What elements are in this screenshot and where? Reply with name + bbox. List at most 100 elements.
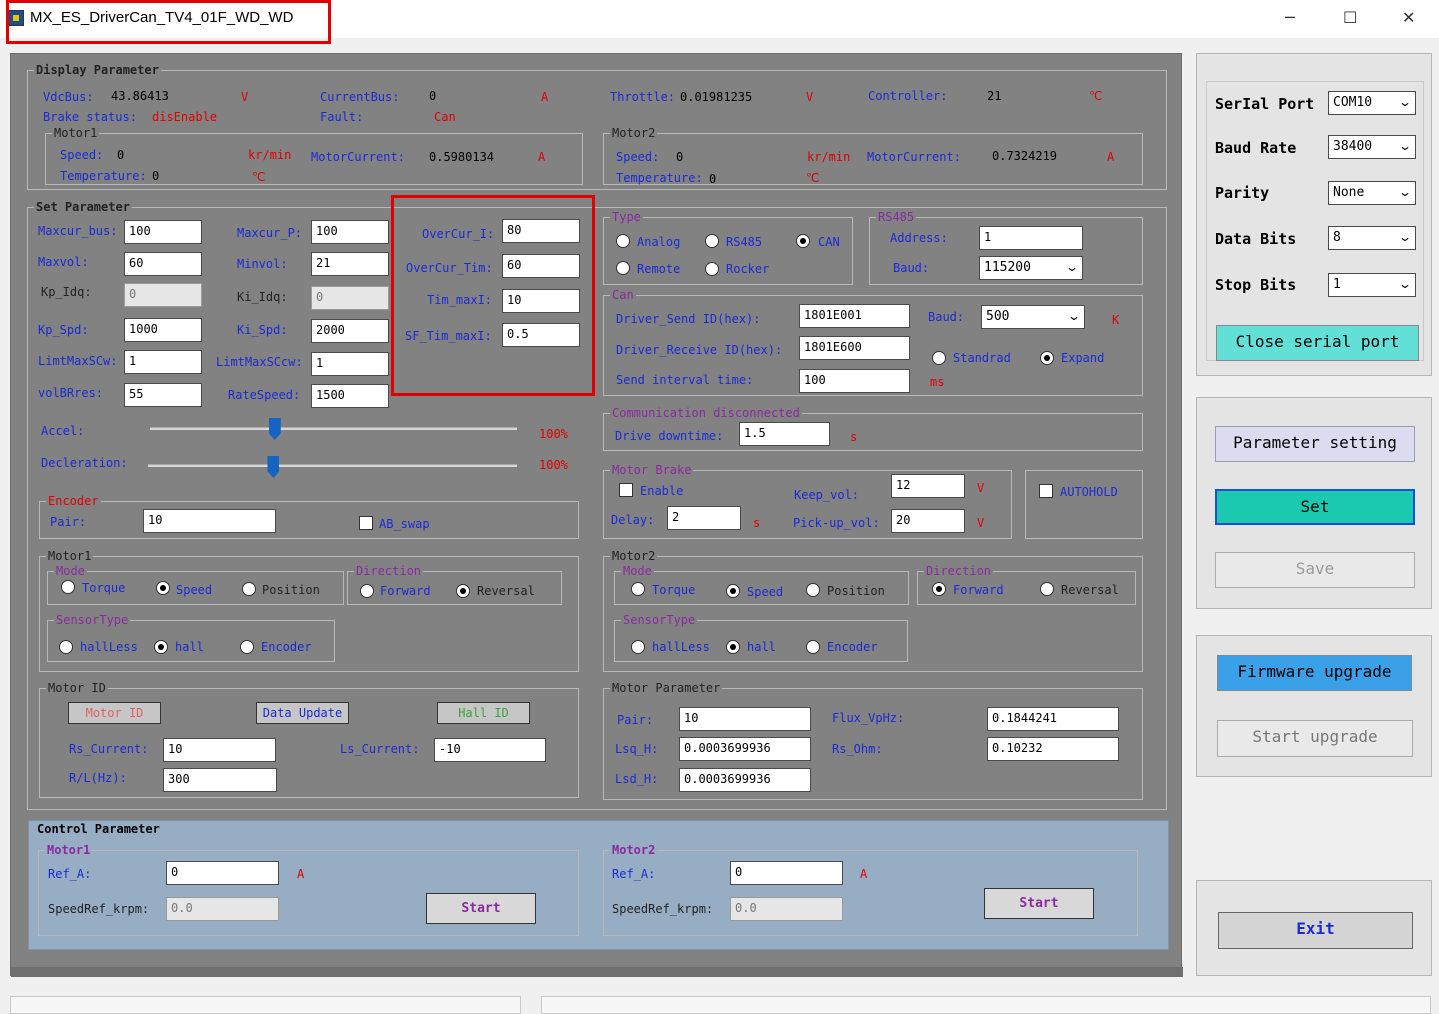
maxvol-input[interactable]: 60 xyxy=(124,252,202,276)
rs485-baud-select[interactable]: 115200 ⌄ xyxy=(979,256,1083,280)
close-serial-port-button[interactable]: Close serial port xyxy=(1216,325,1419,361)
currentbus-label: CurrentBus: xyxy=(320,90,400,104)
start-upgrade-button[interactable]: Start upgrade xyxy=(1217,720,1413,757)
set-button[interactable]: Set xyxy=(1215,489,1415,525)
ls-current-input[interactable]: -10 xyxy=(434,738,546,762)
save-button[interactable]: Save xyxy=(1215,552,1415,588)
rs-current-input[interactable]: 10 xyxy=(163,738,276,762)
motor2-torque-radio[interactable] xyxy=(631,582,645,596)
type-rs485-radio[interactable] xyxy=(705,234,719,248)
type-remote-radio[interactable] xyxy=(616,261,630,275)
title-highlight-box xyxy=(6,0,331,44)
minvol-input[interactable]: 21 xyxy=(311,252,389,276)
maximize-button[interactable]: ☐ xyxy=(1343,8,1357,27)
can-receive-id-label: Driver_Receive ID(hex): xyxy=(616,343,783,357)
kp-spd-label: Kp_Spd: xyxy=(38,323,89,337)
can-receive-id-input[interactable]: 1801E600 xyxy=(799,336,910,360)
accel-slider-track[interactable] xyxy=(150,427,517,430)
m2-ref-a-input[interactable]: 0 xyxy=(730,861,843,885)
type-rocker-radio[interactable] xyxy=(705,262,719,276)
group-label: Motor2 xyxy=(610,126,658,140)
brake-status-label: Brake status: xyxy=(43,110,137,124)
can-send-id-input[interactable]: 1801E001 xyxy=(799,304,910,328)
ab-swap-checkbox[interactable] xyxy=(359,516,373,530)
can-expand-radio[interactable] xyxy=(1040,351,1054,365)
close-window-button[interactable]: ✕ xyxy=(1402,8,1415,27)
firmware-panel: Firmware upgrade Start upgrade xyxy=(1196,635,1432,777)
can-standrad-radio[interactable] xyxy=(932,351,946,365)
stop-bits-select[interactable]: 1 ⌄ xyxy=(1328,273,1416,297)
lsq-h-input[interactable]: 0.0003699936 xyxy=(679,737,811,761)
motor1-speed-radio[interactable] xyxy=(156,581,170,595)
motor2-hall-radio[interactable] xyxy=(726,640,740,654)
baud-rate-select[interactable]: 38400 ⌄ xyxy=(1328,135,1416,159)
brake-delay-input[interactable]: 2 xyxy=(667,506,741,530)
motor2-speed-radio[interactable] xyxy=(726,584,740,598)
lsq-h-label: Lsq_H: xyxy=(615,742,659,756)
m1-ref-a-input[interactable]: 0 xyxy=(166,861,279,885)
group-label: Motor Parameter xyxy=(610,681,723,695)
rs485-address-input[interactable]: 1 xyxy=(979,226,1083,250)
motor1-torque-radio[interactable] xyxy=(61,580,75,594)
encoder-pair-input[interactable]: 10 xyxy=(143,509,276,533)
can-interval-input[interactable]: 100 xyxy=(799,369,910,393)
motor2-hallless-radio[interactable] xyxy=(631,640,645,654)
data-update-button[interactable]: Data Update xyxy=(256,702,349,724)
motor1-current-label: MotorCurrent: xyxy=(311,150,405,164)
m1-speedref-input: 0.0 xyxy=(166,897,279,921)
drive-downtime-input[interactable]: 1.5 xyxy=(739,422,830,446)
motor2-reversal-radio[interactable] xyxy=(1040,582,1054,596)
motor1-forward-radio[interactable] xyxy=(360,584,374,598)
motor1-temp-value: 0 xyxy=(152,169,160,183)
motor2-encoder-label: Encoder xyxy=(827,640,878,654)
type-can-radio[interactable] xyxy=(796,234,810,248)
motor-id-button[interactable]: Motor ID xyxy=(68,702,161,724)
motor1-reversal-radio[interactable] xyxy=(456,584,470,598)
volbrres-input[interactable]: 55 xyxy=(124,383,202,407)
mp-pair-input[interactable]: 10 xyxy=(679,707,811,731)
motor2-encoder-radio[interactable] xyxy=(806,640,820,654)
controller-label: Controller: xyxy=(868,89,948,103)
type-analog-radio[interactable] xyxy=(616,234,630,248)
m2-start-button[interactable]: Start xyxy=(984,888,1094,919)
motor1-encoder-label: Encoder xyxy=(261,640,312,654)
parameter-setting-button[interactable]: Parameter setting xyxy=(1215,426,1415,462)
m1-start-button[interactable]: Start xyxy=(426,893,536,924)
hall-id-button[interactable]: Hall ID xyxy=(437,702,530,724)
serial-port-select[interactable]: COM10 ⌄ xyxy=(1328,91,1416,115)
ls-current-label: Ls_Current: xyxy=(340,742,420,756)
brake-enable-checkbox[interactable] xyxy=(619,483,633,497)
maxcur-p-input[interactable]: 100 xyxy=(311,220,389,244)
autohold-checkbox[interactable] xyxy=(1039,484,1053,498)
limtmaxsccw-input[interactable]: 1 xyxy=(311,352,389,376)
stop-bits-value: 1 xyxy=(1333,277,1341,292)
keep-vol-input[interactable]: 12 xyxy=(891,474,965,498)
data-bits-select[interactable]: 8 ⌄ xyxy=(1328,226,1416,250)
throttle-value: 0.01981235 xyxy=(680,90,753,104)
rs-ohm-input[interactable]: 0.10232 xyxy=(987,737,1119,761)
motor1-encoder-radio[interactable] xyxy=(240,640,254,654)
controller-unit: ℃ xyxy=(1089,89,1103,103)
parity-select[interactable]: None ⌄ xyxy=(1328,181,1416,205)
rl-hz-input[interactable]: 300 xyxy=(163,768,277,792)
minimize-button[interactable]: ─ xyxy=(1285,8,1295,27)
limtmaxscw-input[interactable]: 1 xyxy=(124,350,202,374)
ratespeed-input[interactable]: 1500 xyxy=(311,384,389,408)
motor2-forward-radio[interactable] xyxy=(932,582,946,596)
kp-spd-input[interactable]: 1000 xyxy=(124,318,202,342)
maxcur-bus-input[interactable]: 100 xyxy=(124,220,202,244)
flux-vphz-input[interactable]: 0.1844241 xyxy=(987,707,1119,731)
ki-spd-input[interactable]: 2000 xyxy=(311,319,389,343)
can-baud-select[interactable]: 500 ⌄ xyxy=(981,305,1085,329)
motor1-hall-radio[interactable] xyxy=(154,640,168,654)
motor1-speed-value: 0 xyxy=(117,148,125,162)
decel-slider-track[interactable] xyxy=(148,464,517,467)
motor1-position-radio[interactable] xyxy=(242,582,256,596)
motor1-hallless-radio[interactable] xyxy=(59,640,73,654)
pickup-vol-input[interactable]: 20 xyxy=(891,509,965,533)
firmware-upgrade-button[interactable]: Firmware upgrade xyxy=(1217,655,1412,691)
motor2-position-radio[interactable] xyxy=(806,583,820,597)
lsd-h-input[interactable]: 0.0003699936 xyxy=(679,768,811,792)
exit-button[interactable]: Exit xyxy=(1218,912,1413,949)
m2-ref-a-label: Ref_A: xyxy=(612,867,656,881)
